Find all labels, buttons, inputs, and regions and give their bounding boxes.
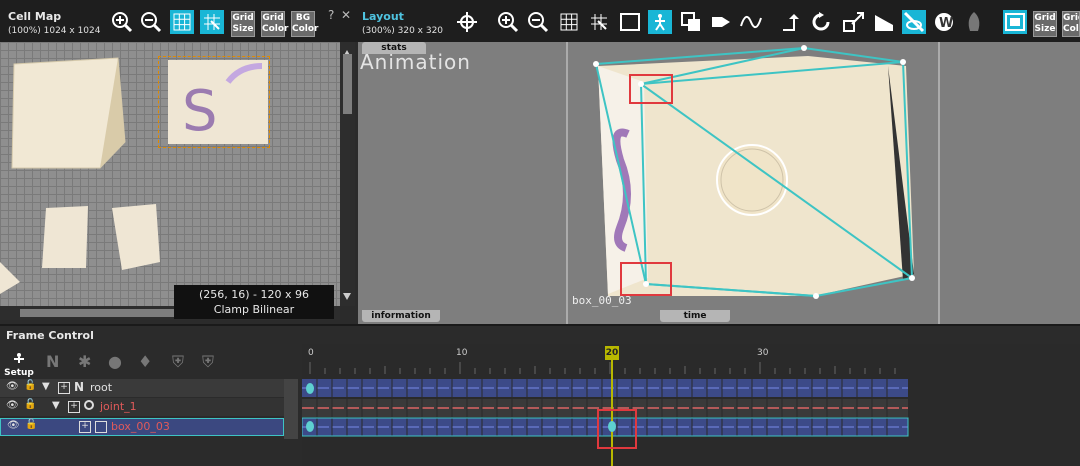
add-null-icon[interactable]: N <box>46 352 59 371</box>
weight-icon[interactable]: W <box>932 10 956 34</box>
setup-button[interactable]: Setup <box>4 350 34 378</box>
plus-box-icon[interactable]: + <box>58 382 70 394</box>
layout-zoom-in-icon[interactable] <box>496 10 520 34</box>
vertical-scrollbar[interactable] <box>340 42 355 306</box>
frame-rect-icon[interactable] <box>618 10 642 34</box>
bone-icon[interactable] <box>709 10 733 34</box>
layout-title: Layout <box>362 10 404 23</box>
tab-time[interactable]: time <box>660 310 730 322</box>
setup-label: Setup <box>4 368 34 378</box>
keyframe-root[interactable] <box>306 383 314 394</box>
layer-name: box_00_03 <box>111 420 170 433</box>
tab-stats[interactable]: stats <box>362 42 426 54</box>
grid-size-button[interactable]: Grid Size <box>231 11 255 37</box>
joint-icon <box>84 400 94 410</box>
cell-info-box: (256, 16) - 120 x 96 Clamp Bilinear <box>174 285 334 319</box>
expand-icon[interactable]: ▼ <box>42 381 50 392</box>
layout-grid-size-button[interactable]: Grid Size <box>1033 11 1057 37</box>
zoom-out-icon[interactable] <box>139 10 163 34</box>
frame-control-title: Frame Control <box>6 329 94 342</box>
cell-map-title: Cell Map <box>8 10 62 23</box>
lock-b-icon[interactable]: ⛨ <box>202 352 214 372</box>
layer-row-root[interactable]: 👁 🔓 ▼ + N root <box>0 379 298 397</box>
crosshair-icon[interactable] <box>455 10 479 34</box>
cell-map-subtitle: (100%) 1024 x 1024 <box>8 26 101 36</box>
move-icon[interactable] <box>779 10 803 34</box>
layout-subtitle: (300%) 320 x 320 <box>362 26 444 36</box>
eye-icon[interactable]: 👁 <box>7 420 20 431</box>
add-effect-icon[interactable]: ♦ <box>138 352 152 371</box>
layout-stage <box>358 42 1080 324</box>
grid-color-button[interactable]: Grid Color <box>261 11 289 37</box>
layer-row-joint[interactable]: 👁 🔓 ▼ + joint_1 <box>0 398 298 416</box>
pin-icon[interactable] <box>962 10 986 34</box>
keyframe-box-start[interactable] <box>306 421 314 432</box>
rotate-icon[interactable] <box>809 10 833 34</box>
playhead-marker[interactable]: 20 <box>605 346 619 360</box>
lock-a-icon[interactable]: ⛨ <box>172 352 184 372</box>
eye-icon[interactable]: 👁 <box>6 381 19 392</box>
expand-icon[interactable]: ▼ <box>52 400 60 411</box>
plus-box-icon[interactable]: + <box>79 421 91 433</box>
bg-color-button[interactable]: BG Color <box>291 11 319 37</box>
part-icon <box>95 421 107 433</box>
grid-toggle-icon[interactable] <box>170 10 194 34</box>
layout-grid-icon[interactable] <box>557 10 581 34</box>
scale-icon[interactable] <box>842 10 866 34</box>
layout-snap-icon[interactable] <box>587 10 611 34</box>
selected-keyframe-box[interactable] <box>597 409 637 449</box>
layout-canvas[interactable]: Animation box_00_03 <box>358 42 1080 324</box>
ruler-label-0: 0 <box>308 348 314 358</box>
close-icon[interactable]: ✕ <box>341 8 351 22</box>
selected-vertex-bottom[interactable] <box>620 262 672 296</box>
cell-filter: Clamp Bilinear <box>213 303 295 316</box>
timeline-area[interactable]: 20 <box>302 344 1080 466</box>
visibility-icon[interactable] <box>902 10 926 34</box>
eye-icon[interactable]: 👁 <box>6 400 19 411</box>
lock-icon[interactable]: 🔓 <box>24 380 36 391</box>
layout-zoom-out-icon[interactable] <box>526 10 550 34</box>
ruler-label-30: 30 <box>757 348 769 358</box>
add-part-icon[interactable]: ✱ <box>78 352 91 371</box>
layout-grid-color-button[interactable]: Grid Color <box>1062 11 1080 37</box>
layer-name: root <box>90 381 113 394</box>
tab-information[interactable]: information <box>362 310 440 322</box>
frame-control-header <box>0 324 1080 346</box>
layer-name: joint_1 <box>100 400 137 413</box>
help-icon[interactable]: ? <box>328 8 334 22</box>
selected-vertex-top[interactable] <box>629 74 673 104</box>
zoom-in-icon[interactable] <box>110 10 134 34</box>
plus-box-icon[interactable]: + <box>68 401 80 413</box>
ruler-label-10: 10 <box>456 348 468 358</box>
figure-icon[interactable] <box>648 10 672 34</box>
lock-icon[interactable]: 🔓 <box>24 399 36 410</box>
selection-rect[interactable] <box>158 56 270 148</box>
timeline-grid <box>302 358 909 466</box>
layer-scrollbar[interactable] <box>284 379 298 439</box>
add-joint-icon[interactable]: ● <box>108 352 122 371</box>
null-icon: N <box>74 380 85 394</box>
skew-icon[interactable] <box>872 10 896 34</box>
svg-text:W: W <box>939 16 953 31</box>
layer-row-box[interactable]: 👁 🔓 + box_00_03 <box>0 418 284 436</box>
overlap-icon[interactable] <box>679 10 703 34</box>
cell-coords: (256, 16) - 120 x 96 <box>198 288 310 301</box>
lock-icon[interactable]: 🔓 <box>25 419 37 430</box>
layout-view-icon[interactable] <box>1003 10 1027 34</box>
curve-icon[interactable] <box>739 10 763 34</box>
snap-grid-icon[interactable] <box>200 10 224 34</box>
